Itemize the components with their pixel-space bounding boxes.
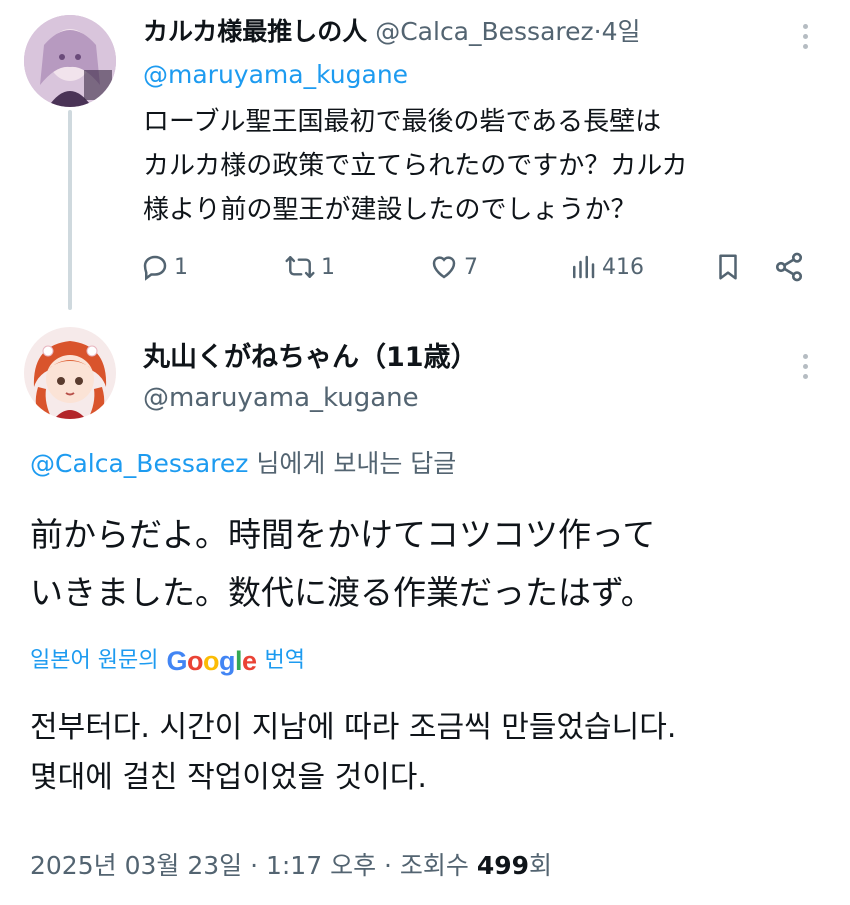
google-logo-letter: G (166, 646, 187, 676)
retweet-button[interactable]: 1 (283, 247, 335, 287)
tweet-timestamp[interactable]: 2025년 03월 23일 · 1:17 오후 · 조회수 (30, 851, 477, 880)
view-count: 416 (602, 254, 644, 280)
parent-tweet-text: ローブル聖王国最初で最後の砦である長壁は カルカ様の政策で立てられたのですか？カ… (143, 100, 823, 232)
tweet-metadata: 2025년 03월 23일 · 1:17 오후 · 조회수 499회 (30, 846, 552, 886)
bookmark-button[interactable] (713, 247, 743, 287)
retweet-icon (285, 256, 315, 278)
like-icon (432, 256, 456, 279)
reply-icon (143, 255, 167, 281)
main-author-name[interactable]: 丸山くがねちゃん（11歳） (143, 340, 478, 376)
google-logo-letter: o (202, 646, 220, 676)
parent-tweet-header: カルカ様最推しの人 @Calca_Bessarez·4일 (143, 14, 641, 50)
parent-text-line: ローブル聖王国最初で最後の砦である長壁は (143, 107, 662, 137)
parent-more-options-icon[interactable] (800, 24, 810, 49)
like-button[interactable]: 7 (428, 247, 478, 287)
view-count-number: 499 (476, 851, 530, 880)
parent-avatar[interactable] (24, 15, 116, 107)
google-logo-letter: e (241, 646, 257, 676)
retweet-count: 1 (321, 254, 335, 280)
reply-count: 1 (174, 254, 188, 280)
parent-action-bar: 1 1 7 416 (0, 247, 850, 287)
share-button[interactable] (772, 247, 806, 287)
translated-line: 전부터다. 시간이 지남에 따라 조금씩 만들었습니다. (30, 710, 677, 745)
bookmark-icon (719, 254, 737, 280)
main-text-line: 前からだよ。時間をかけてコツコツ作って (30, 515, 656, 554)
translate-link[interactable]: 일본어 원문의 Google 번역 (30, 643, 305, 679)
main-author-handle[interactable]: @maruyama_kugane (143, 380, 419, 416)
views-button[interactable]: 416 (568, 247, 644, 287)
parent-text-line: カルカ様の政策で立てられたのですか？カルカ (143, 151, 688, 181)
parent-tweet-time[interactable]: 4일 (602, 17, 641, 46)
views-icon (573, 255, 595, 279)
share-icon (775, 252, 803, 282)
main-avatar[interactable] (24, 327, 116, 419)
header-separator: · (593, 17, 602, 46)
google-logo-letter: o (186, 646, 204, 676)
translated-line: 몇대에 걸친 작업이었을 것이다. (30, 760, 427, 795)
parent-replying-to-handle[interactable]: @maruyama_kugane (143, 57, 408, 93)
reply-button[interactable]: 1 (140, 247, 188, 287)
like-count: 7 (464, 254, 478, 280)
google-logo-letter: l (234, 646, 243, 676)
parent-author-handle[interactable]: @Calca_Bessarez (375, 17, 593, 46)
google-logo: Google (166, 643, 257, 679)
parent-text-line: 様より前の聖王が建設したのでしょうか？ (143, 195, 637, 225)
translate-prefix: 일본어 원문의 (30, 648, 159, 673)
replying-to-suffix: 님에게 보내는 답글 (248, 449, 457, 478)
translate-suffix: 번역 (264, 648, 305, 673)
parent-author-name[interactable]: カルカ様最推しの人 (143, 17, 367, 46)
replying-to-line: @Calca_Bessarez 님에게 보내는 답글 (30, 446, 456, 482)
main-more-options-icon[interactable] (800, 354, 810, 379)
replying-to-mention[interactable]: @Calca_Bessarez (30, 449, 248, 478)
google-logo-letter: g (218, 646, 236, 676)
main-text-line: いきました。数代に渡る作業だったはず。 (30, 573, 654, 612)
main-tweet-text: 前からだよ。時間をかけてコツコツ作って いきました。数代に渡る作業だったはず。 (30, 506, 655, 622)
translated-text: 전부터다. 시간이 지남에 따라 조금씩 만들었습니다. 몇대에 걸친 작업이었… (30, 703, 676, 803)
view-count-suffix: 회 (529, 851, 553, 880)
